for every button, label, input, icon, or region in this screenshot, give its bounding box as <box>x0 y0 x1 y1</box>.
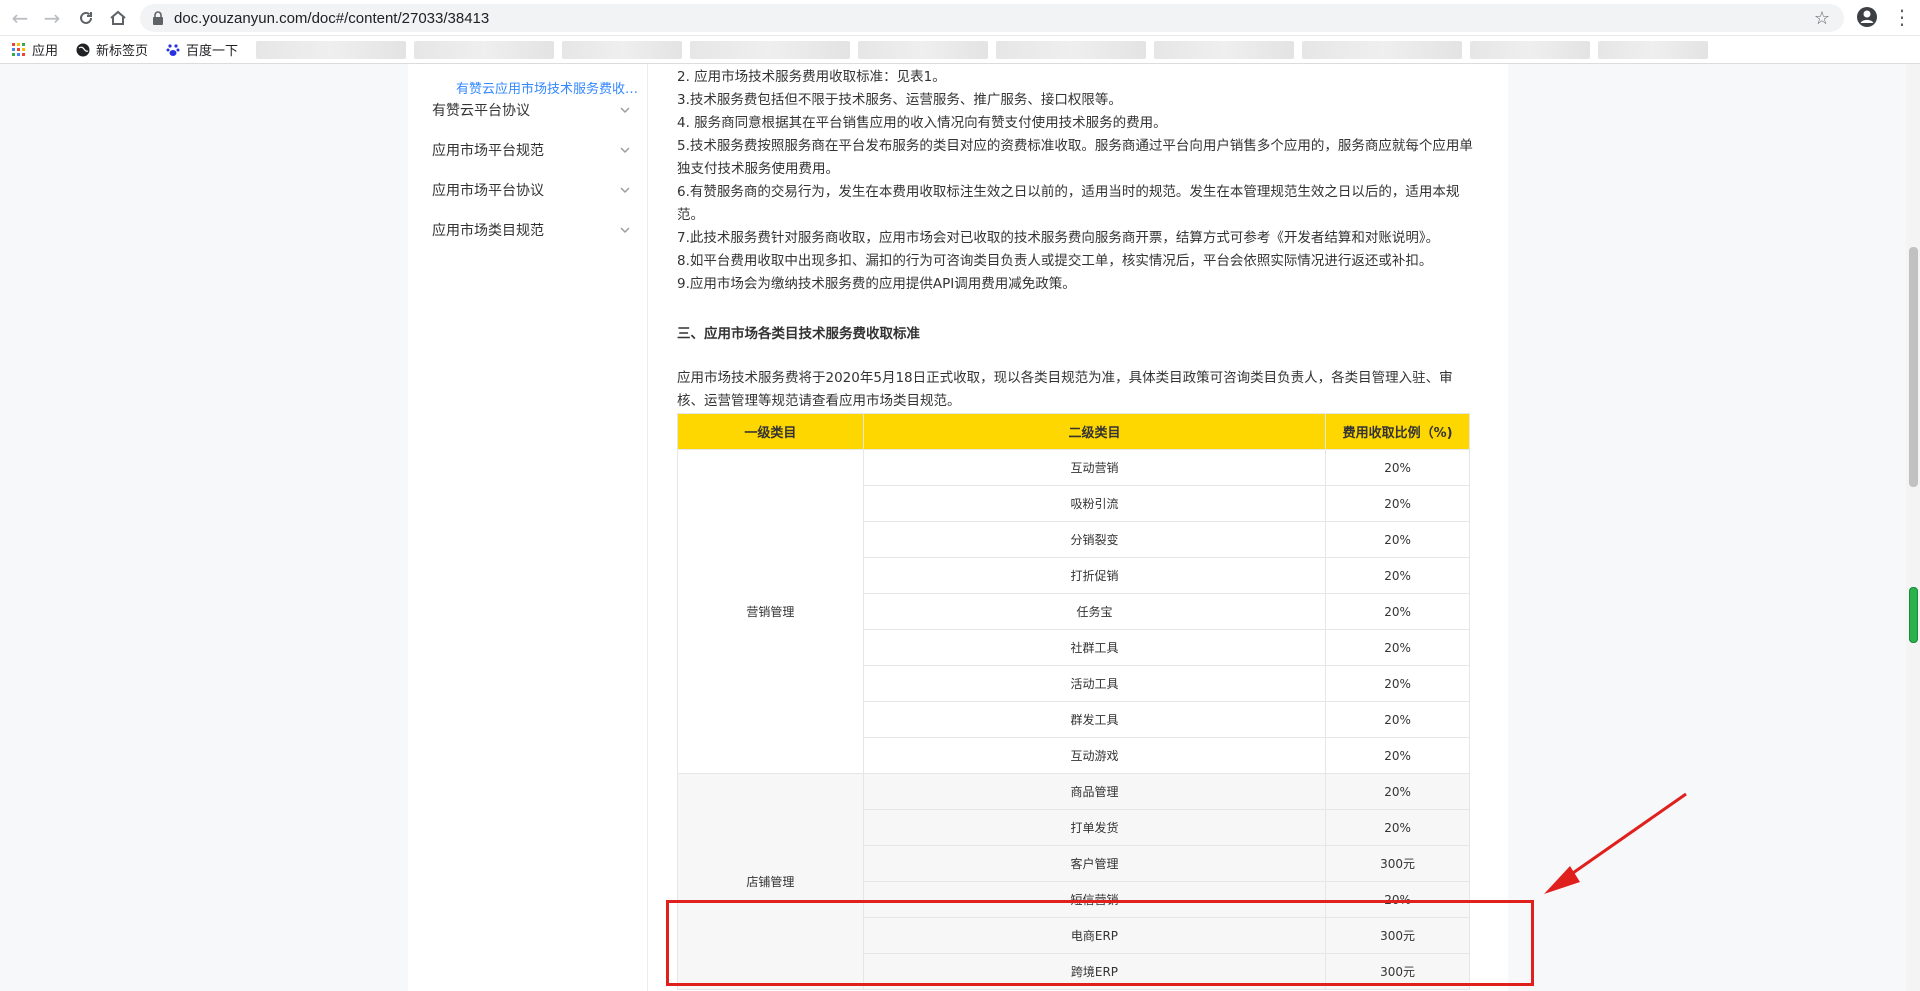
chevron-down-icon <box>620 187 630 193</box>
address-bar[interactable]: doc.youzanyun.com/doc#/content/27033/384… <box>140 4 1844 32</box>
sidebar-item-label: 应用市场类目规范 <box>432 223 544 239</box>
redacted-bookmark <box>562 40 683 59</box>
scrollbar-thumb[interactable] <box>1909 247 1918 487</box>
sidebar-item-label: 有赞云平台协议 <box>432 103 530 119</box>
bookmark-baidu[interactable]: 百度一下 <box>166 40 238 59</box>
bookmarks-bar: 应用 新标签页 百度一下 <box>0 36 1920 64</box>
globe-icon <box>76 43 90 56</box>
rate-cell: 20% <box>1325 665 1470 702</box>
subcategory-cell: 打折促销 <box>862 557 1327 594</box>
page-scrollbar[interactable] <box>1906 64 1920 991</box>
sidebar-item-platform-agreement[interactable]: 有赞云平台协议 <box>432 90 632 130</box>
star-icon[interactable]: ☆ <box>1814 8 1830 29</box>
redacted-bookmark <box>858 40 989 59</box>
doc-paragraph: 6.有赞服务商的交易行为，发生在本费用收取标注生效之日以前的，适用当时的规范。发… <box>677 184 1460 223</box>
rate-cell: 20% <box>1325 701 1470 738</box>
rate-cell: 20% <box>1325 773 1470 810</box>
reload-icon[interactable] <box>70 2 102 34</box>
subcategory-cell: 客户管理 <box>862 845 1327 882</box>
doc-paragraph: 5.技术服务费按照服务商在平台发布服务的类目对应的资费标准收取。服务商通过平台向… <box>677 138 1473 177</box>
sidebar-item-label: 应用市场平台规范 <box>432 143 544 159</box>
doc-paragraph: 8.如平台费用收取中出现多扣、漏扣的行为可咨询类目负责人或提交工单，核实情况后，… <box>677 253 1433 269</box>
subcategory-cell: 互动游戏 <box>862 737 1327 774</box>
redacted-bookmark <box>1302 40 1463 59</box>
subcategory-cell: 分销裂变 <box>862 521 1327 558</box>
rate-cell: 20% <box>1325 737 1470 774</box>
doc-sidebar: 有赞云应用市场技术服务费收取标准 有赞云平台协议 应用市场平台规范 应用市场平台… <box>408 64 648 991</box>
subcategory-cell: 社群工具 <box>862 629 1327 666</box>
annotation-arrow-icon <box>1544 792 1687 894</box>
redacted-bookmark <box>1598 40 1709 59</box>
bookmark-new-tab[interactable]: 新标签页 <box>76 40 148 59</box>
floating-widget-handle[interactable] <box>1909 587 1918 643</box>
browser-toolbar: ← → doc.youzanyun.com/doc#/content/27033… <box>0 0 1920 36</box>
rate-cell: 20% <box>1325 557 1470 594</box>
redacted-bookmark <box>1470 40 1591 59</box>
bookmark-label: 应用 <box>32 43 59 58</box>
profile-icon[interactable] <box>1856 6 1878 28</box>
rate-cell: 300元 <box>1325 845 1470 882</box>
redacted-bookmark <box>690 40 851 59</box>
redacted-bookmark <box>414 40 555 59</box>
col-header-level2: 二级类目 <box>862 413 1327 450</box>
sidebar-item-market-rules[interactable]: 应用市场平台规范 <box>432 130 632 170</box>
subcategory-cell: 任务宝 <box>862 593 1327 630</box>
rate-cell: 20% <box>1325 593 1470 630</box>
doc-paragraph: 7.此技术服务费针对服务商收取，应用市场会对已收取的技术服务费向服务商开票，结算… <box>677 230 1440 246</box>
sidebar-item-label: 应用市场平台协议 <box>432 183 544 199</box>
doc-paragraph: 9.应用市场会为缴纳技术服务费的应用提供API调用费用减免政策。 <box>677 276 1076 292</box>
menu-icon[interactable]: ⋮ <box>1892 6 1912 28</box>
sidebar-item-category-rules[interactable]: 应用市场类目规范 <box>432 210 632 250</box>
chevron-down-icon <box>620 227 630 233</box>
url-text: doc.youzanyun.com/doc#/content/27033/384… <box>174 9 490 27</box>
col-header-rate: 费用收取比例（%) <box>1325 413 1470 450</box>
table-row: 店铺管理 商品管理 20% <box>677 773 1470 990</box>
lock-icon <box>153 11 163 25</box>
forward-arrow-icon[interactable]: → <box>36 2 68 34</box>
section-heading: 三、应用市场各类目技术服务费收取标准 <box>677 326 920 342</box>
subcategory-cell: 商品管理 <box>862 773 1327 810</box>
col-header-level1: 一级类目 <box>677 413 864 450</box>
redacted-bookmark <box>996 40 1147 59</box>
table-header-row: 一级类目 二级类目 费用收取比例（%) <box>677 413 1470 450</box>
apps-grid-icon <box>12 42 25 56</box>
back-arrow-icon[interactable]: ← <box>4 2 36 34</box>
redacted-bookmark <box>1154 40 1295 59</box>
rate-cell: 20% <box>1325 809 1470 846</box>
subcategory-cell: 互动营销 <box>862 449 1327 486</box>
redacted-bookmark <box>256 40 407 59</box>
subcategory-cell: 群发工具 <box>862 701 1327 738</box>
doc-body: 2. 应用市场技术服务费用收取标准：见表1。 3.技术服务费包括但不限于技术服务… <box>677 66 1477 296</box>
rate-cell: 20% <box>1325 485 1470 522</box>
table-row: 营销管理 互动营销 20% <box>677 449 1470 774</box>
subcategory-cell: 吸粉引流 <box>862 485 1327 522</box>
bookmark-label: 新标签页 <box>96 43 149 58</box>
intro-paragraph: 应用市场技术服务费将于2020年5月18日正式收取，现以各类目规范为准，具体类目… <box>677 370 1453 409</box>
bookmark-label: 百度一下 <box>186 43 239 58</box>
category-cell: 营销管理 <box>677 449 864 774</box>
doc-paragraph: 2. 应用市场技术服务费用收取标准：见表1。 <box>677 69 946 85</box>
bookmark-apps[interactable]: 应用 <box>12 40 58 59</box>
baidu-paw-icon <box>166 43 180 56</box>
subcategory-cell: 打单发货 <box>862 809 1327 846</box>
doc-paragraph: 3.技术服务费包括但不限于技术服务、运营服务、推广服务、接口权限等。 <box>677 92 1122 108</box>
rate-cell: 20% <box>1325 521 1470 558</box>
sidebar-item-market-agreement[interactable]: 应用市场平台协议 <box>432 170 632 210</box>
rate-cell: 20% <box>1325 629 1470 666</box>
subcategory-cell: 活动工具 <box>862 665 1327 702</box>
chevron-down-icon <box>620 147 630 153</box>
doc-paragraph: 4. 服务商同意根据其在平台销售应用的收入情况向有赞支付使用技术服务的费用。 <box>677 115 1167 131</box>
chevron-down-icon <box>620 107 630 113</box>
home-icon[interactable] <box>102 2 134 34</box>
rate-cell: 20% <box>1325 449 1470 486</box>
annotation-highlight-box <box>666 900 1534 986</box>
